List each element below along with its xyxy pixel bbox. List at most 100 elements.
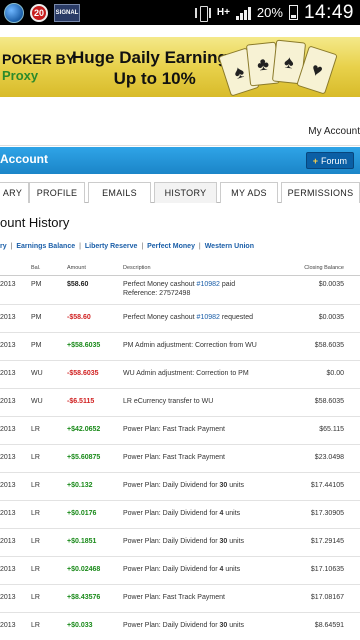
description-text: Power Plan: Fast Track Payment [123,426,225,433]
network-type: H+ [216,6,230,18]
cell-amount: +$5.60875 [67,454,101,461]
cashout-reference-link[interactable]: #10982 [197,281,220,288]
tab-summary[interactable]: ARY [0,182,29,203]
cell-date: 2013 [0,482,16,489]
tab-permissions[interactable]: PERMISSIONS [281,182,360,203]
page-title: ount History [0,215,70,230]
cell-closing-balance: $23.0498 [314,454,344,461]
description-suffix: requested [219,314,253,321]
filter-western-union[interactable]: Western Union [205,243,254,250]
filter-earnings-balance[interactable]: Earnings Balance [16,243,75,250]
cell-amount: +$8.43576 [67,594,101,601]
filter-separator: | [10,243,13,250]
cell-amount: +$0.0176 [67,510,97,517]
battery-percent: 20% [256,5,283,20]
cell-closing-balance: $17.29145 [310,538,344,545]
filter-separator: | [198,243,201,250]
account-tabs: ARY PROFILE EMAILS HISTORY MY ADS PERMIS… [0,182,360,203]
table-row: 2013 LR +$0.0176 Power Plan: Daily Dividend… [0,501,360,529]
banner-headline-1: Huge Daily Earnings [72,48,238,67]
description-text: Perfect Money cashout [123,314,197,321]
status-bar: 20 SIGNAL H+ 20% 14:49 [0,0,360,25]
forum-button-label: Forum [320,155,347,166]
cell-date: 2013 [0,566,16,573]
forum-button[interactable]: + Forum [305,152,354,169]
cell-balance-type: LR [31,566,40,573]
cell-balance-type: LR [31,594,40,601]
tab-my-ads[interactable]: MY ADS [220,182,278,203]
description-text: Power Plan: Daily Dividend for [123,510,220,517]
battery-icon [288,5,298,20]
cell-description: WU Admin adjustment: Correction to PM [123,370,249,377]
table-row: 2013 LR +$0.033 Power Plan: Daily Dividend … [0,613,360,640]
cell-amount: +$0.02468 [67,566,101,573]
cell-description: Power Plan: Daily Dividend for 30 units [123,538,244,545]
cell-description: Power Plan: Daily Dividend for 30 units [123,622,244,629]
cell-description: Power Plan: Fast Track Payment [123,594,225,601]
cell-balance-type: WU [31,370,43,377]
description-text: Perfect Money cashout [123,281,197,288]
cell-date: 2013 [0,622,16,629]
account-header-bar: Account + Forum [0,147,360,174]
cell-balance-type: LR [31,538,40,545]
description-text: Power Plan: Fast Track Payment [123,454,225,461]
table-row: 2013 LR +$0.132 Power Plan: Daily Dividend … [0,473,360,501]
table-row: 2013 WU -$6.5115 LR eCurrency transfer to W… [0,389,360,417]
status-right-icons: H+ 20% 14:49 [194,0,354,25]
playing-cards-graphic: ♠ ♣ ♠ ♥ [218,39,360,97]
history-filters: ry | Earnings Balance | Liberty Reserve … [0,243,254,250]
cell-date: 2013 [0,594,16,601]
cell-date: 2013 [0,454,16,461]
cell-amount: +$0.1851 [67,538,97,545]
filter-perfect-money[interactable]: Perfect Money [147,243,195,250]
cell-date: 2013 [0,281,16,288]
cell-date: 2013 [0,510,16,517]
table-row: 2013 LR +$0.02468 Power Plan: Daily Dividen… [0,557,360,585]
cell-description: LR eCurrency transfer to WU [123,398,213,405]
signal-app-icon: SIGNAL [54,3,80,22]
my-account-link[interactable]: My Account [308,126,360,137]
table-row: 2013 LR +$0.1851 Power Plan: Daily Dividend… [0,529,360,557]
cell-amount: +$42.0652 [67,426,101,433]
payment-reference: Reference: 27572498 [123,290,191,297]
tab-profile[interactable]: PROFILE [29,182,85,203]
ad-banner[interactable]: POKER BY Proxy Huge Daily Earnings Up to… [0,37,360,97]
header-title: Account [0,152,48,166]
cell-amount: -$58.60 [67,314,91,321]
cell-closing-balance: $58.6035 [314,398,344,405]
description-text: Power Plan: Daily Dividend for [123,566,220,573]
notification-count-badge: 20 [30,3,48,22]
banner-headline-2: Up to 10% [113,69,196,88]
cell-amount: -$58.6035 [67,370,99,377]
plus-icon: + [312,155,318,166]
cell-balance-type: LR [31,426,40,433]
cell-closing-balance: $58.6035 [314,342,344,349]
tab-emails[interactable]: EMAILS [88,182,151,203]
status-left-icons: 20 SIGNAL [4,2,80,23]
filter-liberty-reserve[interactable]: Liberty Reserve [85,243,138,250]
cashout-reference-link[interactable]: #10982 [197,314,220,321]
cell-description: Power Plan: Fast Track Payment [123,426,225,433]
cell-balance-type: LR [31,510,40,517]
description-tail: units [227,622,245,629]
banner-brand-sub: Proxy [2,68,39,83]
tab-history[interactable]: HISTORY [154,182,217,203]
history-table-header: Bal. Amount Description Closing Balance [0,262,360,276]
globe-icon [4,2,24,23]
cell-balance-type: WU [31,398,43,405]
cell-closing-balance: $0.00 [326,370,344,377]
filter-current[interactable]: ry [0,243,7,250]
description-text: Power Plan: Daily Dividend for [123,482,220,489]
cell-description: Power Plan: Daily Dividend for 30 units [123,482,244,489]
cell-closing-balance: $0.0035 [318,314,344,321]
col-header-description: Description [123,265,151,271]
cell-date: 2013 [0,342,16,349]
cell-description: Perfect Money cashout #10982 requested [123,314,253,321]
banner-headline: Huge Daily Earnings Up to 10% [72,47,237,89]
cell-balance-type: LR [31,622,40,629]
cell-closing-balance: $17.44105 [310,482,344,489]
cell-description: Perfect Money cashout #10982 paid Referen… [123,281,235,297]
col-header-bal: Bal. [31,265,41,271]
banner-brand: POKER BY Proxy [2,51,75,83]
cell-amount: +$0.132 [67,482,93,489]
